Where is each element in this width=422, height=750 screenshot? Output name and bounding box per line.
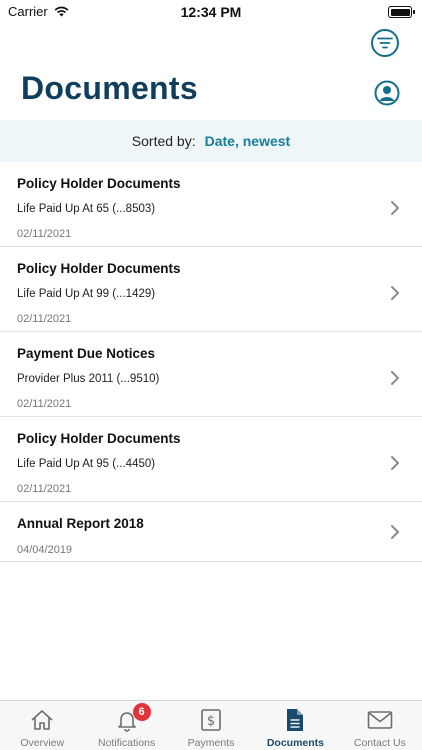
tab-contact-us[interactable]: Contact Us (338, 701, 422, 750)
document-row[interactable]: Policy Holder Documents Life Paid Up At … (0, 162, 422, 247)
chevron-right-icon (391, 201, 399, 215)
notification-badge: 6 (132, 703, 151, 721)
document-row[interactable]: Policy Holder Documents Life Paid Up At … (0, 247, 422, 332)
tab-label: Documents (266, 737, 325, 749)
battery-icon (388, 6, 415, 18)
document-title: Payment Due Notices (17, 346, 156, 361)
document-row[interactable]: Payment Due Notices Provider Plus 2011 (… (0, 332, 422, 417)
tab-documents[interactable]: Documents (253, 701, 337, 750)
envelope-icon (367, 711, 393, 729)
document-subtitle: Life Paid Up At 65 (...8503) (17, 203, 156, 215)
document-date: 04/04/2019 (17, 544, 73, 556)
document-subtitle: Life Paid Up At 95 (...4450) (17, 458, 156, 470)
document-subtitle: Provider Plus 2011 (...9510) (17, 373, 160, 385)
user-circle-icon (374, 80, 400, 106)
document-date: 02/11/2021 (17, 228, 72, 240)
sort-bar[interactable]: Sorted by: Date, newest (0, 120, 422, 162)
document-date: 02/11/2021 (17, 398, 72, 410)
document-row[interactable]: Policy Holder Documents Life Paid Up At … (0, 417, 422, 502)
document-title: Policy Holder Documents (17, 431, 181, 446)
sort-value[interactable]: Date, newest (205, 133, 291, 149)
status-bar: Carrier 12:34 PM (0, 0, 422, 24)
tab-label: Overview (20, 737, 65, 749)
tab-overview[interactable]: Overview (0, 701, 84, 750)
profile-button[interactable] (374, 80, 400, 106)
document-date: 02/11/2021 (17, 483, 72, 495)
tab-label: Contact Us (353, 737, 406, 749)
document-title: Annual Report 2018 (17, 516, 144, 531)
home-icon (31, 710, 53, 730)
document-list: Policy Holder Documents Life Paid Up At … (0, 162, 422, 562)
document-title: Policy Holder Documents (17, 261, 181, 276)
status-time: 12:34 PM (180, 4, 242, 20)
tab-bar: Overview 6 Notifications $ Payments Docu… (0, 700, 422, 750)
chevron-right-icon (391, 371, 399, 385)
page-title: Documents (21, 70, 198, 106)
chevron-right-icon (391, 286, 399, 300)
document-icon (287, 709, 304, 731)
tab-label: Notifications (98, 737, 156, 749)
chevron-right-icon (391, 525, 399, 539)
filter-lines-icon (377, 37, 393, 49)
tab-notifications[interactable]: 6 Notifications (84, 701, 168, 750)
tab-label: Payments (187, 737, 235, 749)
document-title: Policy Holder Documents (17, 176, 181, 191)
svg-text:$: $ (207, 714, 215, 729)
document-subtitle: Life Paid Up At 99 (...1429) (17, 288, 156, 300)
sort-label: Sorted by: (131, 133, 196, 149)
document-date: 02/11/2021 (17, 313, 72, 325)
dollar-icon: $ (201, 709, 221, 731)
filter-button[interactable] (371, 29, 399, 57)
chevron-right-icon (391, 456, 399, 470)
tab-payments[interactable]: $ Payments (169, 701, 253, 750)
document-row[interactable]: Annual Report 2018 04/04/2019 (0, 502, 422, 562)
